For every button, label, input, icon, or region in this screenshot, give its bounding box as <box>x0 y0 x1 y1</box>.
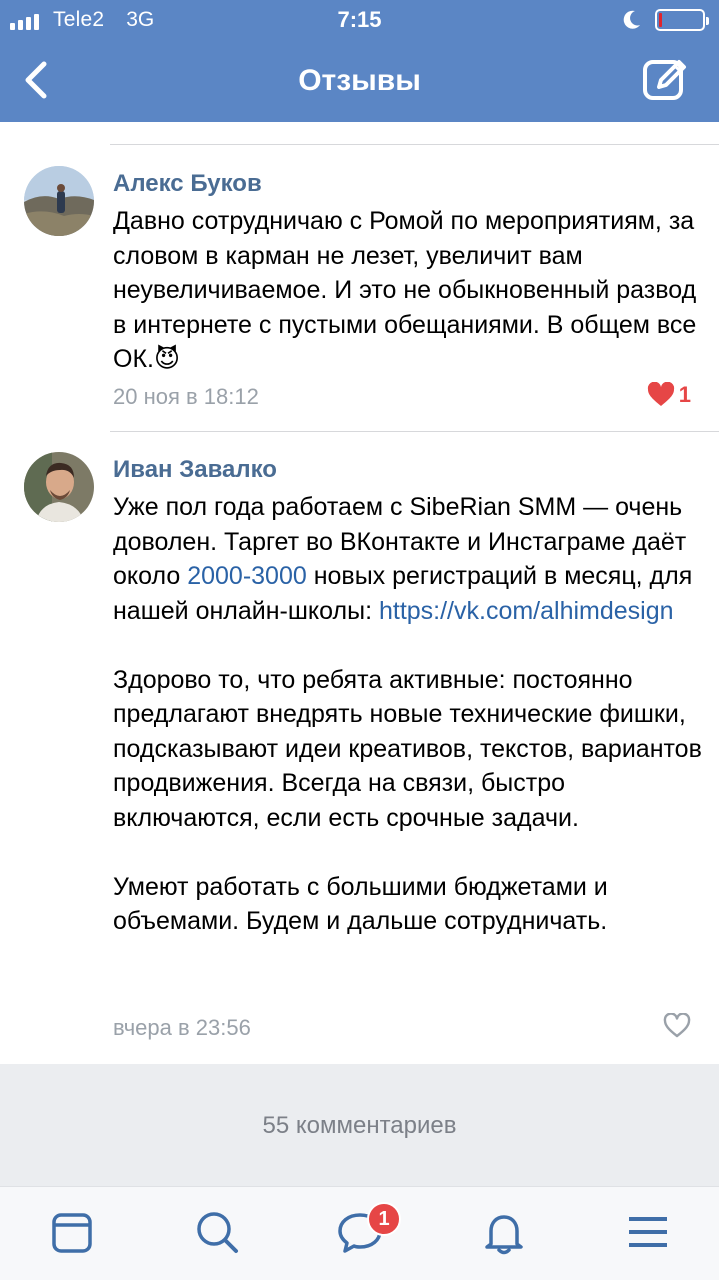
messages-badge: 1 <box>367 1202 401 1236</box>
news-icon[interactable] <box>47 1207 97 1257</box>
number-link[interactable]: 2000-3000 <box>187 562 307 590</box>
like-button[interactable]: 1 <box>647 382 691 408</box>
tab-bar <box>0 1186 719 1280</box>
divider <box>110 431 719 432</box>
battery-icon <box>655 9 709 31</box>
menu-icon[interactable] <box>623 1207 673 1257</box>
search-icon[interactable] <box>192 1207 242 1257</box>
comment-paragraph: Здорово то, что ребята активные: постоян… <box>113 665 702 832</box>
status-bar: Tele2 3G 7:15 <box>0 0 719 40</box>
comments-count-bar[interactable]: 55 комментариев <box>0 1064 719 1186</box>
notifications-icon[interactable] <box>479 1207 529 1257</box>
heart-outline-icon <box>663 1013 691 1038</box>
divider <box>110 144 719 145</box>
page-title: Отзывы <box>298 64 421 97</box>
moon-icon <box>623 10 640 29</box>
comment-paragraph: Уже пол года работаем с SibeRian SMM — о… <box>113 490 703 628</box>
comment-time: вчера в 23:56 <box>113 1015 251 1040</box>
avatar[interactable] <box>24 452 94 522</box>
like-count: 1 <box>678 382 691 407</box>
status-time: 7:15 <box>337 7 382 32</box>
battery-level <box>659 13 662 27</box>
app-header: Tele2 3G 7:15 Отзывы <box>0 0 719 122</box>
comment-text: Давно сотрудничаю с Ромой по мероприятия… <box>113 204 703 377</box>
comment-time: 20 ноя в 18:12 <box>113 384 259 409</box>
comment-paragraph: Умеют работать с большими бюджетами и об… <box>113 872 608 936</box>
comment-body: Давно сотрудничаю с Ромой по мероприятия… <box>113 207 697 373</box>
devil-emoji: 😈 <box>153 345 181 373</box>
heart-filled-icon <box>647 382 674 406</box>
like-button[interactable] <box>663 1013 691 1039</box>
comments-count: 55 комментариев <box>262 1112 457 1139</box>
comment-author[interactable]: Иван Завалко <box>113 456 277 484</box>
navigation-bar: Отзывы <box>0 40 719 122</box>
comment-text: Уже пол года работаем с SibeRian SMM — о… <box>113 490 703 939</box>
comment-author[interactable]: Алекс Буков <box>113 170 262 198</box>
comments-feed: Алекс Буков Давно сотрудничаю с Ромой по… <box>0 122 719 1064</box>
compose-icon[interactable] <box>641 54 691 104</box>
url-link[interactable]: https://vk.com/alhimdesign <box>379 597 674 625</box>
avatar[interactable] <box>24 166 94 236</box>
